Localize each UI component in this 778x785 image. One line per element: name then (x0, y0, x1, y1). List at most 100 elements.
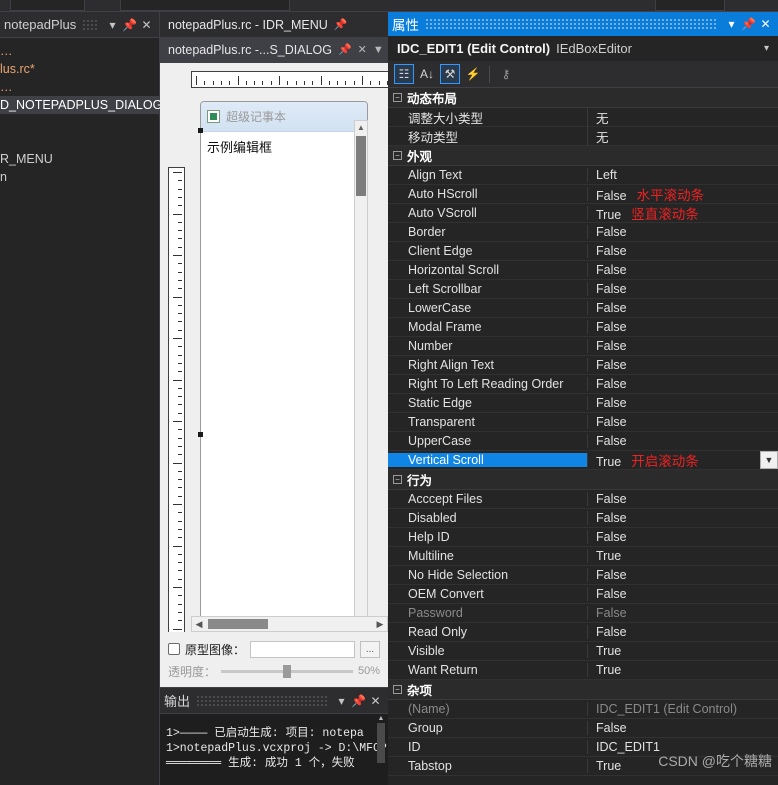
tree-item[interactable]: lus.rc* (0, 60, 159, 78)
key-icon[interactable]: ⚷ (496, 64, 516, 84)
property-row[interactable]: Align Text Left (388, 166, 778, 185)
collapse-icon[interactable]: − (393, 685, 402, 694)
property-row[interactable]: Vertical Scroll True 开启滚动条 ▼ (388, 451, 778, 470)
resize-grip-left[interactable] (198, 128, 203, 133)
property-value[interactable]: False (588, 301, 778, 315)
property-row[interactable]: Right Align Text False (388, 356, 778, 375)
property-row[interactable]: Auto HScroll False 水平滚动条 (388, 185, 778, 204)
scroll-thumb[interactable] (208, 619, 268, 629)
property-value[interactable]: False (588, 625, 778, 639)
events-icon[interactable]: ⚡ (463, 64, 483, 84)
scroll-thumb[interactable] (356, 136, 366, 196)
prototype-image-input[interactable] (250, 640, 355, 658)
scroll-up-icon[interactable]: ▲ (355, 121, 367, 134)
edit-vertical-scrollbar[interactable]: ▲ ▼ (354, 120, 368, 632)
property-row[interactable]: No Hide Selection False (388, 566, 778, 585)
property-row[interactable]: Password False (388, 604, 778, 623)
property-row[interactable]: Client Edge False (388, 242, 778, 261)
tree-item[interactable] (0, 132, 159, 150)
property-value[interactable]: False (588, 263, 778, 277)
property-row[interactable]: Want Return True (388, 661, 778, 680)
scroll-right-icon[interactable]: ▶ (373, 617, 387, 631)
chevron-down-icon[interactable]: ▾ (764, 43, 769, 54)
property-category[interactable]: − 杂项 (388, 680, 778, 700)
tree-item[interactable]: … (0, 42, 159, 60)
designer-horizontal-scrollbar[interactable]: ◀ ▶ (191, 616, 388, 632)
property-row[interactable]: Static Edge False (388, 394, 778, 413)
tab-dialog[interactable]: notepadPlus.rc -...S_DIALOG 📌 ✕ ▼ (160, 37, 392, 62)
property-value[interactable]: 无 (588, 127, 778, 146)
chevron-down-icon[interactable]: ▾ (723, 16, 740, 33)
scroll-up-icon[interactable]: ▲ (376, 713, 386, 723)
pin-icon[interactable]: 📌 (338, 43, 352, 56)
opacity-slider[interactable] (221, 664, 353, 678)
property-value[interactable]: False (588, 434, 778, 448)
property-value[interactable]: False (588, 415, 778, 429)
tab-overflow-icon[interactable]: ▼ (373, 44, 384, 56)
pin-icon[interactable]: 📌 (740, 16, 757, 33)
chevron-down-icon[interactable]: ▼ (760, 451, 778, 469)
property-row[interactable]: Number False (388, 337, 778, 356)
solution-tree[interactable]: … lus.rc*… D_NOTEPADPLUS_DIALOG R_MENU n (0, 39, 162, 785)
property-value[interactable]: False (588, 530, 778, 544)
property-row[interactable]: 移动类型无 (388, 126, 778, 146)
collapse-icon[interactable]: − (393, 475, 402, 484)
property-value[interactable]: False (588, 320, 778, 334)
tree-item[interactable]: R_MENU (0, 150, 159, 168)
close-icon[interactable]: ✕ (358, 43, 367, 56)
property-value[interactable]: False (588, 377, 778, 391)
property-pages-icon[interactable]: ⚒ (440, 64, 460, 84)
pin-icon[interactable]: 📌 (121, 16, 138, 33)
collapse-icon[interactable]: − (393, 93, 402, 102)
output-scrollbar[interactable]: ▲ (376, 713, 386, 783)
property-row[interactable]: Help ID False (388, 528, 778, 547)
output-text-area[interactable]: 1>———— 已启动生成: 项目: notepa 1>notepadPlus.vc… (160, 713, 388, 785)
property-row[interactable]: OEM Convert False (388, 585, 778, 604)
property-value[interactable]: True (588, 549, 778, 563)
property-value[interactable]: False (588, 282, 778, 296)
property-value[interactable]: True (588, 663, 778, 677)
property-row[interactable]: Left Scrollbar False (388, 280, 778, 299)
tab-stub-3[interactable] (655, 0, 725, 11)
property-value[interactable]: True 竖直滚动条 (588, 203, 778, 223)
property-value[interactable]: False (588, 568, 778, 582)
pin-icon[interactable]: 📌 (334, 18, 348, 31)
property-category[interactable]: − 行为 (388, 470, 778, 490)
property-row[interactable]: Disabled False (388, 509, 778, 528)
property-row[interactable]: Border False (388, 223, 778, 242)
property-row[interactable]: Group False (388, 719, 778, 738)
property-row[interactable]: Horizontal Scroll False (388, 261, 778, 280)
property-row[interactable]: Modal Frame False (388, 318, 778, 337)
property-value[interactable]: False 水平滚动条 (588, 184, 778, 204)
properties-list[interactable]: − 动态布局 调整大小类型无移动类型无 − 外观 Align Text Left Auto H… (388, 88, 778, 785)
close-icon[interactable]: ✕ (367, 692, 384, 709)
property-category[interactable]: − 动态布局 (388, 88, 778, 108)
resize-grip-left-mid[interactable] (198, 432, 203, 437)
property-row[interactable]: Right To Left Reading Order False (388, 375, 778, 394)
collapse-icon[interactable]: − (393, 151, 402, 160)
scroll-left-icon[interactable]: ◀ (192, 617, 206, 631)
chevron-down-icon[interactable]: ▾ (333, 692, 350, 709)
prototype-image-checkbox[interactable] (168, 643, 180, 655)
property-row[interactable]: UpperCase False (388, 432, 778, 451)
pin-icon[interactable]: 📌 (350, 692, 367, 709)
dialog-preview[interactable]: 超级记事本 示例编辑框 ▲ ▼ (198, 101, 368, 632)
property-value[interactable]: False (588, 606, 778, 620)
property-value[interactable]: False (588, 492, 778, 506)
property-value[interactable]: False (588, 244, 778, 258)
property-row[interactable]: 调整大小类型无 (388, 107, 778, 127)
categorized-icon[interactable]: ☷ (394, 64, 414, 84)
property-value[interactable]: False (588, 511, 778, 525)
property-category[interactable]: − 外观 (388, 146, 778, 166)
property-value[interactable]: False (588, 396, 778, 410)
property-value[interactable]: IDC_EDIT1 (Edit Control) (588, 702, 778, 716)
tree-item[interactable]: D_NOTEPADPLUS_DIALOG (0, 96, 162, 114)
dialog-designer-surface[interactable]: 超级记事本 示例编辑框 ▲ ▼ ◀ ▶ (160, 62, 388, 632)
tab-stub-2[interactable] (120, 0, 290, 11)
slider-knob[interactable] (283, 665, 292, 678)
close-icon[interactable]: ✕ (138, 16, 155, 33)
close-icon[interactable]: ✕ (757, 16, 774, 33)
tree-item[interactable]: … (0, 78, 159, 96)
property-row[interactable]: Auto VScroll True 竖直滚动条 (388, 204, 778, 223)
property-value[interactable]: Left (588, 168, 778, 182)
